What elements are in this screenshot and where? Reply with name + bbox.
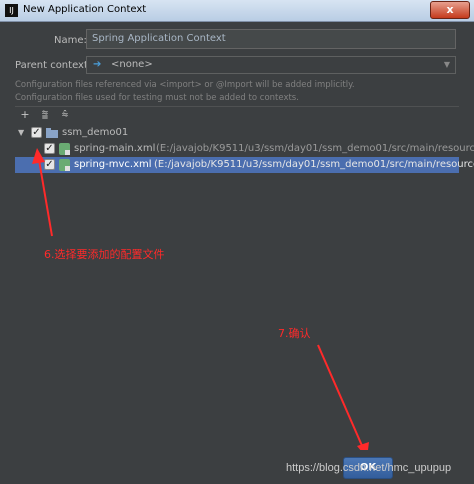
info-text-import: Configuration files referenced via <impo… [15, 80, 355, 90]
spring-xml-icon [59, 143, 70, 155]
chevron-down-icon: ▼ [443, 60, 450, 69]
file-path: (E:/javajob/K9511/u3/ssm/day01/ssm_demo0… [154, 159, 474, 170]
file-path: (E:/javajob/K9511/u3/ssm/day01/ssm_demo0… [156, 143, 474, 154]
parent-context-value: <none> [111, 59, 153, 70]
module-label: ssm_demo01 [62, 127, 129, 138]
spring-xml-icon [59, 159, 70, 171]
watermark: https://blog.csdn.net/hmc_upupup [286, 462, 452, 474]
dialog-window: IJ New Application Context x Name: Sprin… [0, 0, 474, 484]
close-button[interactable]: x [430, 1, 470, 19]
info-text-testing: Configuration files used for testing mus… [15, 93, 299, 103]
dialog-title: New Application Context [23, 4, 147, 15]
tree-row-file[interactable]: ✓ spring-main.xml (E:/javajob/K9511/u3/s… [15, 141, 474, 157]
add-icon[interactable]: + [18, 108, 32, 122]
name-input[interactable]: Spring Application Context [86, 29, 456, 49]
name-label: Name: [54, 35, 87, 46]
file-checkbox[interactable]: ✓ [44, 159, 55, 170]
annotation-step6: 6.选择要添加的配置文件 [44, 248, 165, 261]
arrow-right-icon: ➔ [93, 59, 102, 70]
tree-row-file-selected[interactable]: ✓ spring-mvc.xml (E:/javajob/K9511/u3/ss… [15, 157, 474, 173]
file-checkbox[interactable]: ✓ [44, 143, 55, 154]
file-tree: ▼ ✓ ssm_demo01 ✓ spring-main.xml (E:/jav… [15, 125, 474, 450]
annotation-step7: 7.确认 [278, 327, 311, 340]
parent-context-label: Parent context: [15, 60, 92, 71]
title-bar[interactable]: IJ New Application Context x [0, 0, 474, 22]
expand-all-icon[interactable]: ⩰ [38, 108, 52, 122]
file-name: spring-main.xml [74, 143, 156, 154]
module-checkbox[interactable]: ✓ [31, 127, 42, 138]
separator [15, 106, 459, 107]
file-name: spring-mvc.xml [74, 159, 152, 170]
tree-row-module[interactable]: ▼ ✓ ssm_demo01 [15, 125, 459, 141]
collapse-all-icon[interactable]: ⩯ [58, 108, 72, 122]
parent-context-select[interactable]: ➔ <none> ▼ [86, 56, 456, 74]
expand-triangle-icon[interactable]: ▼ [18, 125, 24, 141]
intellij-icon: IJ [5, 4, 18, 17]
module-folder-icon [46, 128, 58, 138]
